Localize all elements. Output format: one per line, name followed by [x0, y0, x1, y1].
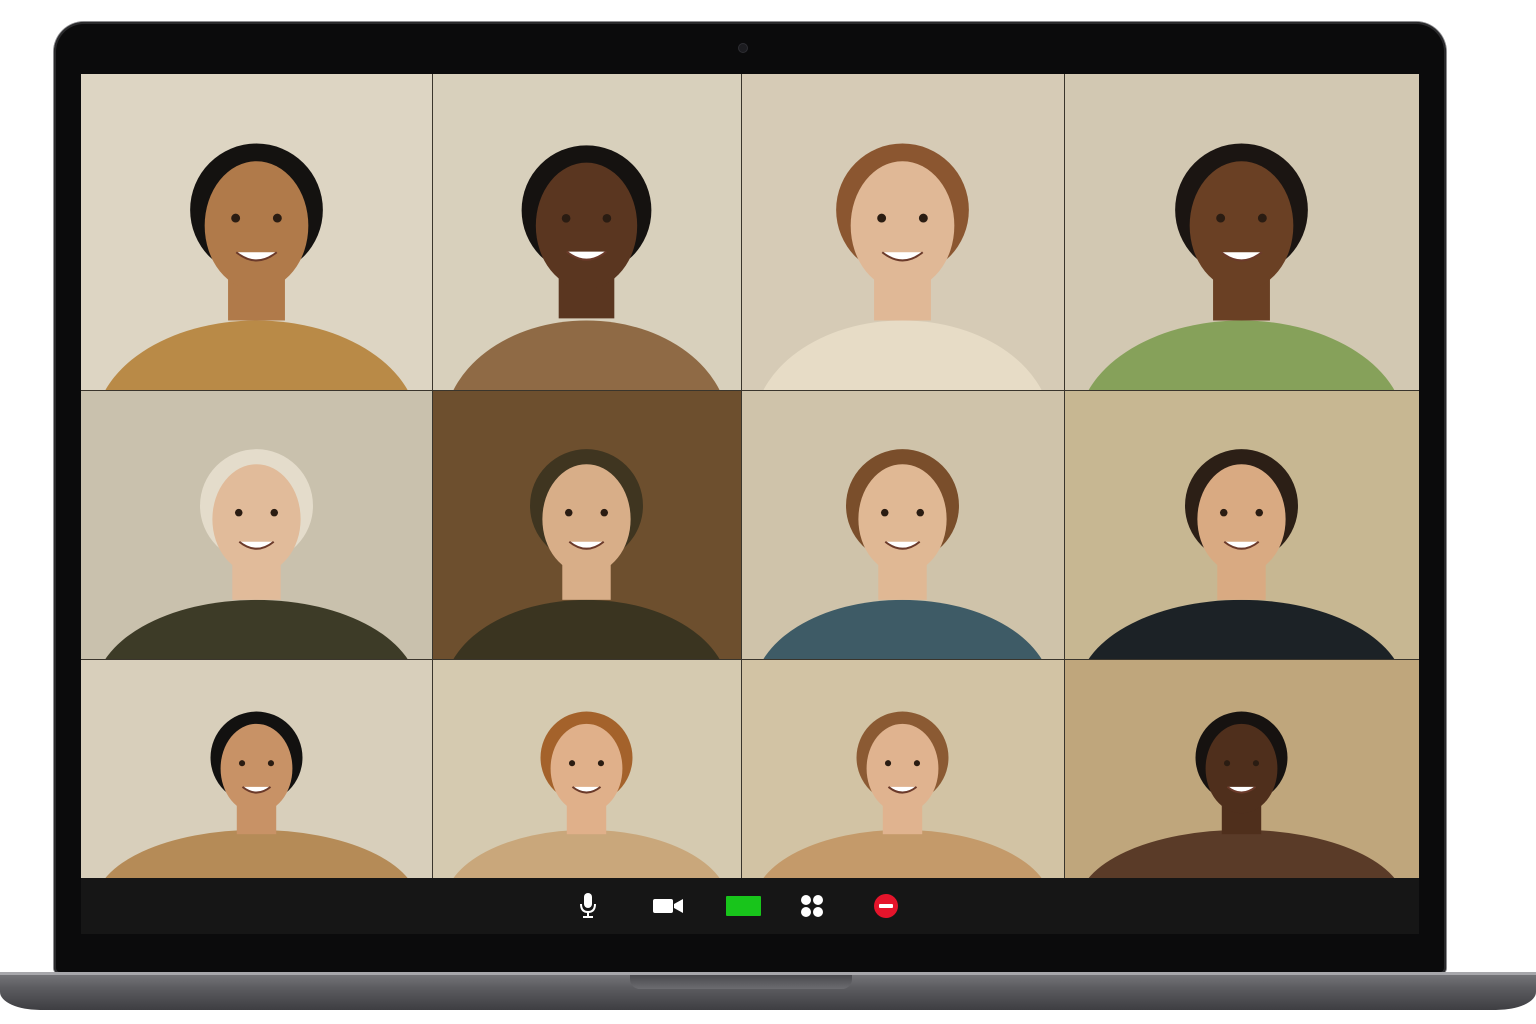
laptop-hinge-notch [630, 975, 852, 989]
participant-video [1064, 659, 1419, 878]
microphone-icon [580, 893, 596, 918]
participant-video-tile[interactable] [432, 390, 741, 659]
participant-video [81, 659, 432, 878]
participant-video [741, 659, 1064, 878]
participant-video-tile[interactable] [81, 74, 432, 390]
control-bar [81, 878, 1419, 934]
participant-video-tile[interactable] [741, 390, 1064, 659]
mute-button[interactable] [575, 892, 601, 920]
participant-video [1064, 390, 1419, 659]
grid-view-button[interactable] [799, 892, 825, 920]
participant-video [81, 390, 432, 659]
end-call-icon [874, 894, 898, 918]
share-screen-icon [726, 896, 761, 916]
leave-call-button[interactable] [873, 892, 899, 920]
webcam [739, 44, 747, 52]
participant-grid [81, 74, 1419, 878]
video-toggle-button[interactable] [651, 892, 685, 920]
participant-video [432, 390, 741, 659]
participant-video-tile[interactable] [432, 74, 741, 390]
share-screen-button[interactable] [726, 892, 761, 920]
grid-view-icon [801, 895, 823, 917]
participant-video [432, 659, 741, 878]
video-camera-icon [653, 899, 683, 913]
video-call-window [81, 74, 1419, 934]
tile-divider [432, 74, 433, 878]
participant-video [432, 74, 741, 390]
participant-video-tile[interactable] [81, 659, 432, 878]
participant-video [1064, 74, 1419, 390]
participant-video-tile[interactable] [1064, 74, 1419, 390]
participant-video-tile[interactable] [741, 659, 1064, 878]
participant-video [81, 74, 432, 390]
tile-divider [81, 659, 1419, 660]
participant-video-tile[interactable] [741, 74, 1064, 390]
participant-video-tile[interactable] [432, 659, 741, 878]
tile-divider [1064, 74, 1065, 878]
participant-video-tile[interactable] [1064, 390, 1419, 659]
participant-video [741, 390, 1064, 659]
participant-video-tile[interactable] [81, 390, 432, 659]
participant-video [741, 74, 1064, 390]
tile-divider [81, 390, 1419, 391]
tile-divider [741, 74, 742, 878]
participant-video-tile[interactable] [1064, 659, 1419, 878]
